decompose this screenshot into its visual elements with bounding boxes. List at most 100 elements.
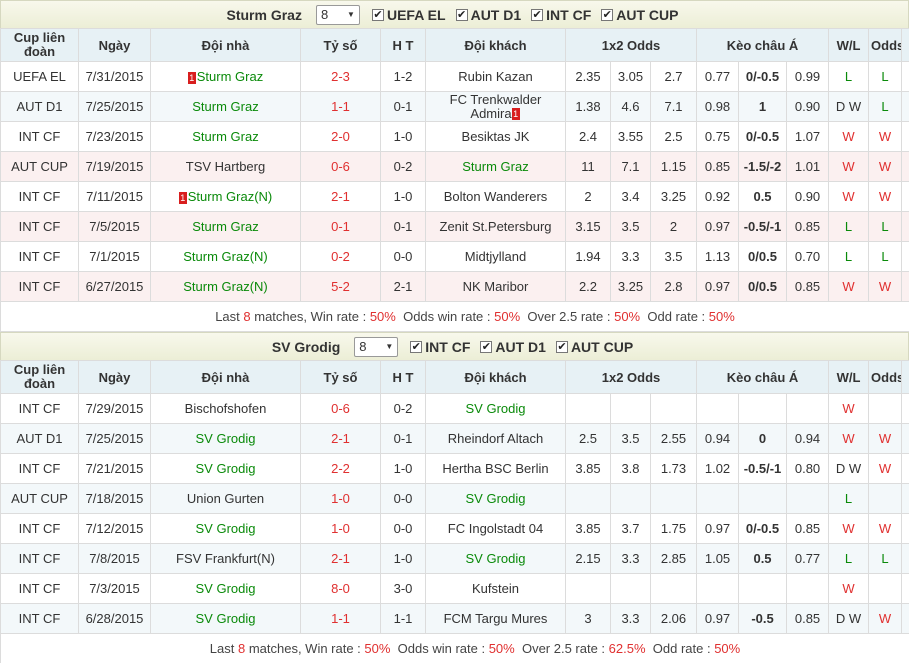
league-cell[interactable]: INT CF [0, 121, 79, 152]
win-loss-cell: L [828, 241, 870, 272]
home-team-cell[interactable]: SV Grodig [150, 573, 301, 604]
league-cell[interactable]: AUT CUP [0, 151, 79, 182]
home-team-cell[interactable]: TSV Hartberg [150, 151, 301, 182]
league-cell[interactable]: INT CF [0, 603, 79, 634]
summary-row: Last 8 matches, Win rate : 50% Odds win … [0, 633, 909, 663]
score-cell[interactable]: 8-0 [300, 573, 381, 604]
home-team-cell[interactable]: Sturm Graz [150, 121, 301, 152]
away-team-name: Rheindorf Altach [447, 431, 544, 446]
date-cell: 7/19/2015 [78, 151, 151, 182]
away-team-cell[interactable]: Kufstein [425, 573, 566, 604]
away-team-cell[interactable]: Midtjylland [425, 241, 566, 272]
home-team-cell[interactable]: Sturm Graz [150, 211, 301, 242]
summary-label: Odd rate : [645, 641, 715, 656]
away-team-cell[interactable]: Hertha BSC Berlin [425, 453, 566, 484]
league-cell[interactable]: INT CF [0, 241, 79, 272]
league-cell[interactable]: AUT CUP [0, 483, 79, 514]
league-filter-checkbox[interactable]: ✔ AUT CUP [555, 339, 633, 355]
score-cell[interactable]: 1-1 [300, 603, 381, 634]
score-cell[interactable]: 0-1 [300, 211, 381, 242]
score-cell[interactable]: 2-0 [300, 121, 381, 152]
handicap-home-odds-cell: 0.97 [696, 211, 740, 242]
score-cell[interactable]: 1-0 [300, 483, 381, 514]
away-team-cell[interactable]: SV Grodig [425, 483, 566, 514]
league-cell[interactable]: INT CF [0, 543, 79, 574]
score-cell[interactable]: 1-1 [300, 91, 381, 122]
away-team-cell[interactable]: FC Ingolstadt 04 [425, 513, 566, 544]
handicap-line-cell: -0.5/-1 [738, 211, 788, 242]
away-team-cell[interactable]: FC Trenkwalder Admira1 [425, 91, 566, 122]
league-cell[interactable]: INT CF [0, 513, 79, 544]
away-team-cell[interactable]: Besiktas JK [425, 121, 566, 152]
away-team-cell[interactable]: NK Maribor [425, 271, 566, 302]
away-team-cell[interactable]: Zenit St.Petersburg [425, 211, 566, 242]
home-team-name: TSV Hartberg [185, 159, 266, 174]
away-team-cell[interactable]: Sturm Graz [425, 151, 566, 182]
home-team-cell[interactable]: 1 Sturm Graz(N) [150, 181, 301, 212]
score-cell[interactable]: 5-2 [300, 271, 381, 302]
league-cell[interactable]: INT CF [0, 393, 79, 424]
league-cell[interactable]: INT CF [0, 181, 79, 212]
home-team-cell[interactable]: SV Grodig [150, 453, 301, 484]
away-team-cell[interactable]: FCM Targu Mures [425, 603, 566, 634]
league-cell[interactable]: UEFA EL [0, 61, 79, 92]
odds-home-cell: 2 [565, 181, 611, 212]
score-cell[interactable]: 0-2 [300, 241, 381, 272]
home-team-cell[interactable]: Union Gurten [150, 483, 301, 514]
league-cell[interactable]: INT CF [0, 211, 79, 242]
home-team-cell[interactable]: FSV Frankfurt(N) [150, 543, 301, 574]
league-filter-label: UEFA EL [386, 6, 446, 23]
home-team-cell[interactable]: SV Grodig [150, 423, 301, 454]
win-loss-cell: W [828, 181, 870, 212]
league-filter-label: AUT CUP [616, 6, 679, 23]
odds-away-cell: 7.1 [649, 91, 698, 122]
summary-label: matches, Win rate : [245, 641, 365, 656]
away-team-cell[interactable]: Bolton Wanderers [425, 181, 566, 212]
home-team-cell[interactable]: SV Grodig [150, 603, 301, 634]
score-cell[interactable]: 2-3 [300, 61, 381, 92]
over-under-cell: O [901, 543, 909, 574]
score-cell[interactable]: 1-0 [300, 513, 381, 544]
score-cell[interactable]: 2-1 [300, 423, 381, 454]
match-count-select[interactable]: 8 ▼ [315, 4, 360, 25]
league-cell[interactable]: AUT D1 [0, 423, 79, 454]
handicap-away-odds-cell: 0.90 [786, 91, 830, 122]
odds-away-cell [649, 483, 698, 514]
filter-bar: SV Grodig 8 ▼ ✔ INT CF ✔ AUT D1 ✔ AUT CUP [0, 332, 909, 360]
league-filter-checkbox[interactable]: ✔ INT CF [410, 339, 470, 355]
handicap-away-odds-cell: 0.85 [786, 603, 830, 634]
league-filter-checkbox[interactable]: ✔ INT CF [531, 7, 591, 23]
home-team-cell[interactable]: Bischofshofen [150, 393, 301, 424]
score-cell[interactable]: 0-6 [300, 393, 381, 424]
halftime-cell: 1-1 [380, 603, 426, 634]
league-filter-checkbox[interactable]: ✔ AUT CUP [601, 7, 678, 23]
away-team-cell[interactable]: Rubin Kazan [425, 61, 566, 92]
league-cell[interactable]: AUT D1 [0, 91, 79, 122]
away-team-cell[interactable]: SV Grodig [425, 393, 566, 424]
table-header-row: Cup liên đoàn Ngày Đội nhà Tỷ số H T Đội khác… [0, 360, 909, 394]
home-team-cell[interactable]: 1 Sturm Graz [150, 61, 301, 92]
away-team-cell[interactable]: SV Grodig [425, 543, 566, 574]
league-cell[interactable]: INT CF [0, 453, 79, 484]
handicap-away-odds-cell: 0.77 [786, 543, 830, 574]
league-filter-checkbox[interactable]: ✔ UEFA EL [371, 6, 446, 23]
home-team-cell[interactable]: SV Grodig [150, 513, 301, 544]
league-filter-checkbox[interactable]: ✔ AUT D1 [455, 7, 521, 23]
home-team-cell[interactable]: Sturm Graz [150, 91, 301, 122]
match-count-select[interactable]: 8 ▼ [354, 336, 399, 357]
handicap-away-odds-cell: 0.85 [786, 271, 830, 302]
home-team-cell[interactable]: Sturm Graz(N) [150, 241, 301, 272]
away-team-cell[interactable]: Rheindorf Altach [425, 423, 566, 454]
league-cell[interactable]: INT CF [0, 271, 79, 302]
away-team-name: Hertha BSC Berlin [442, 461, 549, 476]
win-loss-cell: D W [828, 603, 870, 634]
score-cell[interactable]: 2-2 [300, 453, 381, 484]
home-team-cell[interactable]: Sturm Graz(N) [150, 271, 301, 302]
league-filter-checkbox[interactable]: ✔ AUT D1 [480, 339, 546, 355]
score-cell[interactable]: 2-1 [300, 543, 381, 574]
league-cell[interactable]: INT CF [0, 573, 79, 604]
score-cell[interactable]: 0-6 [300, 151, 381, 182]
halftime-cell: 0-2 [380, 151, 426, 182]
score-cell[interactable]: 2-1 [300, 181, 381, 212]
win-loss-cell: W [828, 151, 870, 182]
